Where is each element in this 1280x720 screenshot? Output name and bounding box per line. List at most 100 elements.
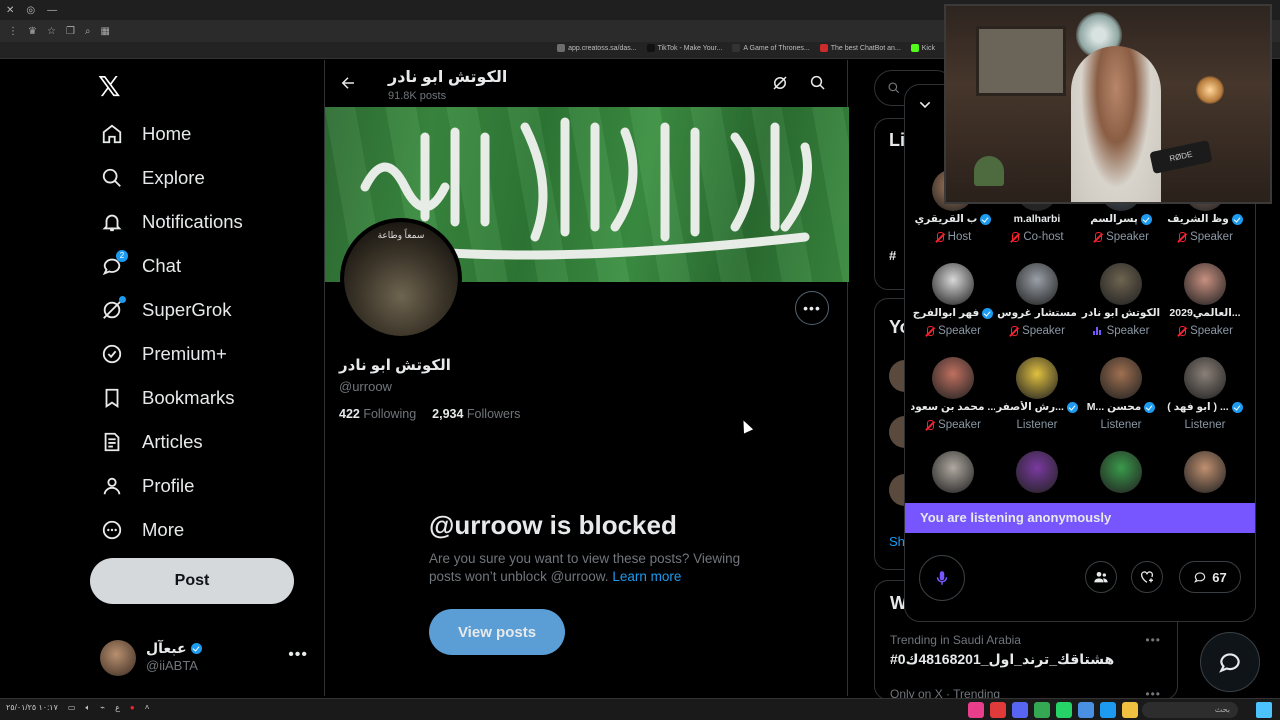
bookmark-item[interactable]: TikTok - Make Your... [646, 44, 722, 52]
language-icon[interactable]: ع [115, 703, 120, 713]
taskbar-app-icon[interactable] [1056, 702, 1072, 718]
microphone-button[interactable] [919, 555, 965, 601]
taskbar-app-icon[interactable] [1078, 702, 1094, 718]
puzzle-icon[interactable]: ▦ [101, 26, 110, 37]
notification-icon[interactable]: ▭ [68, 703, 76, 713]
nav-item-articles[interactable]: Articles [100, 430, 203, 454]
webcam-overlay: RØDE [944, 4, 1272, 204]
nav-item-profile[interactable]: Profile [100, 474, 194, 498]
following-label: Following [363, 407, 417, 421]
participant-name: وظ الشريف [1167, 213, 1229, 225]
clock[interactable]: ١٠:١٧ ٢٥/٠١/٢٥ [6, 703, 58, 713]
space-participant[interactable]: فهر ابوالفرج Speaker [911, 263, 995, 353]
webcam-lamp [1196, 76, 1224, 104]
nav-item-explore[interactable]: Explore [100, 166, 205, 190]
profile-more-button[interactable]: ••• [795, 291, 829, 325]
trend-more-icon[interactable]: ••• [1145, 633, 1161, 647]
bookmark-item[interactable]: The best ChatBot an... [819, 44, 901, 52]
avatar [1016, 357, 1058, 399]
live-heading: Li [889, 130, 905, 150]
avatar [1016, 451, 1058, 493]
bookmark-item[interactable]: Kick [910, 44, 935, 52]
participant-role-row: Speaker [1079, 231, 1163, 243]
participant-name: محمد بن سعود ... [911, 401, 995, 413]
copy-icon[interactable]: ❐ [66, 26, 75, 37]
taskbar-app-icon[interactable] [990, 702, 1006, 718]
taskbar-app-icon[interactable] [1012, 702, 1028, 718]
followers-link[interactable]: 2,934 Followers [432, 407, 520, 421]
nav-item-premium[interactable]: Premium+ [100, 342, 227, 366]
nav-item-bookmarks[interactable]: Bookmarks [100, 386, 235, 410]
close-window-icon[interactable]: ✕ [6, 5, 14, 16]
profile-avatar[interactable]: سمعاً وطاعة [340, 218, 462, 340]
bookmark-item[interactable]: A Game of Thrones... [732, 44, 810, 52]
bookmark-favicon-icon [732, 44, 741, 52]
space-participant[interactable]: محمد بن سعود ... Speaker [911, 357, 995, 447]
verified-badge-icon [1140, 213, 1152, 225]
taskbar-app-icon[interactable] [1100, 702, 1116, 718]
x-logo-icon[interactable]: 𝕏 [98, 70, 121, 103]
bookmark-item[interactable]: app.creatoss.sa/das... [557, 44, 637, 52]
star-icon[interactable]: ☆ [47, 26, 56, 37]
taskbar-search-input[interactable]: بحث [1142, 702, 1238, 718]
participant-role-row: Speaker [995, 325, 1079, 337]
taskbar-app-icon[interactable] [1122, 702, 1138, 718]
chevron-down-icon[interactable] [917, 97, 933, 118]
taskbar-app-icon[interactable] [1034, 702, 1050, 718]
nav-item-label: SuperGrok [142, 299, 232, 320]
taskbar-app-icon[interactable] [968, 702, 984, 718]
space-participant[interactable]: M... محسن Listener [1079, 357, 1163, 447]
extension-icon[interactable]: ♛ [28, 26, 37, 37]
space-participant[interactable]: ( ابو فهد ) ... Listener [1163, 357, 1247, 447]
participant-role: Co-host [1023, 231, 1064, 243]
grok-icon[interactable] [771, 74, 789, 97]
verified-badge-icon [1231, 401, 1243, 413]
space-participant[interactable]: العالمي2029... Speaker [1163, 263, 1247, 353]
avatar-caption: سمعاً وطاعة [377, 230, 425, 240]
search-icon[interactable] [809, 74, 827, 97]
nav-item-supergrok[interactable]: SuperGrok [100, 296, 232, 322]
nav-item-more[interactable]: More [100, 518, 184, 542]
mic-tray-icon[interactable]: ● [130, 703, 135, 713]
participant-name: ( ابو فهد ) ... [1167, 401, 1229, 413]
nav-item-notifications[interactable]: Notifications [100, 210, 243, 234]
show-more-link[interactable]: Sh [889, 534, 905, 549]
pin-icon[interactable]: ⌕ [85, 26, 91, 37]
chevron-up-icon[interactable]: ˄ [145, 703, 150, 713]
people-button[interactable] [1085, 561, 1117, 593]
avatar [1016, 263, 1058, 305]
follow-stats: 422 Following 2,934 Followers [339, 407, 520, 421]
account-switcher[interactable]: عبعآل @iiABTA ••• [100, 638, 316, 678]
participant-role: Speaker [1106, 325, 1150, 337]
participant-role-row: Speaker [911, 419, 995, 431]
learn-more-link[interactable]: Learn more [612, 569, 681, 584]
restore-window-icon[interactable]: ◎ [26, 5, 35, 16]
verified-badge-icon [982, 307, 994, 319]
more-dots-icon[interactable]: ••• [288, 646, 308, 664]
space-participant[interactable]: الكوتش ابو نادر Speaker [1079, 263, 1163, 353]
back-arrow-icon[interactable] [339, 74, 357, 97]
view-posts-button[interactable]: View posts [429, 609, 565, 655]
menu-icon[interactable]: ⋮ [8, 26, 18, 37]
react-button[interactable] [1131, 561, 1163, 593]
space-participant[interactable]: رش الأصفر... Listener [995, 357, 1079, 447]
avatar [1100, 357, 1142, 399]
trend-hashtag[interactable]: #هشتاقك_ترند_اول_48168201ك0 [890, 651, 1114, 668]
following-link[interactable]: 422 Following [339, 407, 416, 421]
nav-item-chat[interactable]: 2 Chat [100, 250, 181, 278]
post-button[interactable]: Post [90, 558, 294, 604]
participant-role-row: Speaker [1079, 325, 1163, 337]
space-participant[interactable]: مستشار غروس Speaker [995, 263, 1079, 353]
volume-icon[interactable]: 🔈︎ [85, 703, 90, 713]
avatar [1184, 451, 1226, 493]
minimize-window-icon[interactable]: — [47, 5, 57, 16]
replies-button[interactable]: 67 [1179, 561, 1241, 593]
left-sidebar: 𝕏 Home Explore Notifications 2 Chat SuperGrok… [90, 60, 324, 696]
participant-name-row: الكوتش ابو نادر [1079, 307, 1163, 319]
participant-role: Speaker [1190, 325, 1233, 337]
start-button-icon[interactable] [1256, 702, 1272, 718]
bookmark-label: The best ChatBot an... [830, 44, 901, 52]
network-icon[interactable]: ⌁ [100, 703, 105, 713]
messages-fab[interactable] [1200, 632, 1260, 692]
nav-item-home[interactable]: Home [100, 122, 191, 146]
